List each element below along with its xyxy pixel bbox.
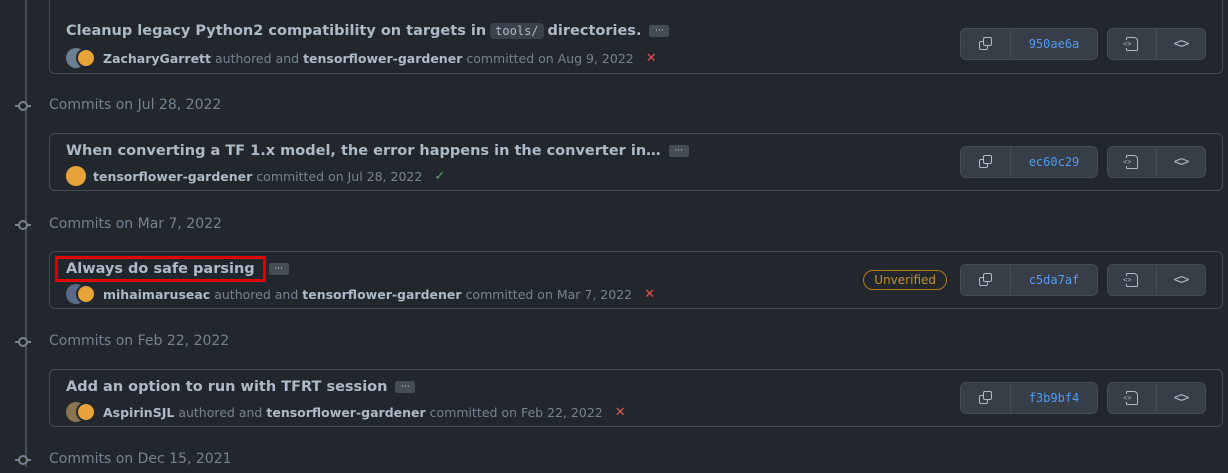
browse-button-group: <> xyxy=(1107,382,1206,414)
commit-item: When converting a TF 1.x model, the erro… xyxy=(49,133,1223,191)
expand-message-button[interactable]: ··· xyxy=(668,145,689,157)
copy-sha-button[interactable] xyxy=(961,29,1010,59)
copy-icon xyxy=(978,391,993,405)
committed-date: committed on Feb 22, 2022 xyxy=(429,404,603,420)
authored-text: authored and xyxy=(178,404,263,420)
authored-text: authored and xyxy=(215,50,300,66)
browse-button-group: <> xyxy=(1107,264,1206,296)
code-icon: <> xyxy=(1173,36,1190,52)
group-date-label: Commits on Mar 7, 2022 xyxy=(49,216,222,232)
committed-date: committed on Mar 7, 2022 xyxy=(465,286,633,302)
avatar[interactable] xyxy=(66,166,86,186)
sha-button-group: c5da7af xyxy=(960,264,1098,296)
committer-link[interactable]: tensorflower-gardener xyxy=(303,51,462,66)
commit-title-link[interactable]: When converting a TF 1.x model, the erro… xyxy=(66,143,661,159)
expand-message-button[interactable]: ··· xyxy=(268,263,289,275)
author-link[interactable]: ZacharyGarrett xyxy=(103,51,211,66)
copy-icon xyxy=(978,37,993,51)
committer-link[interactable]: tensorflower-gardener xyxy=(302,287,461,302)
commit-node-icon xyxy=(18,220,28,230)
file-code-icon xyxy=(1123,155,1138,169)
commit-title-link-suffix[interactable]: directories. xyxy=(548,23,642,39)
browse-button-group: <> xyxy=(1107,146,1206,178)
inline-code: tools/ xyxy=(490,23,544,39)
sha-button-group: ec60c29 xyxy=(960,146,1098,178)
sha-button-group: f3b9bf4 xyxy=(960,382,1098,414)
expand-message-button[interactable]: ··· xyxy=(395,381,416,393)
code-icon: <> xyxy=(1173,390,1190,406)
copy-sha-button[interactable] xyxy=(961,383,1010,413)
commit-item: Cleanup legacy Python2 compatibility on … xyxy=(49,0,1223,74)
commit-sha-link[interactable]: f3b9bf4 xyxy=(1010,383,1097,413)
commit-title-link[interactable]: Always do safe parsing xyxy=(55,256,266,282)
group-date-label: Commits on Jul 28, 2022 xyxy=(49,97,222,113)
x-icon[interactable]: ✕ xyxy=(644,287,655,302)
copy-icon xyxy=(978,273,993,287)
file-code-icon xyxy=(1123,37,1138,51)
committer-link[interactable]: tensorflower-gardener xyxy=(266,405,425,420)
expand-message-button[interactable]: ··· xyxy=(649,25,670,37)
sha-button-group: 950ae6a xyxy=(960,28,1098,60)
commit-sha-link[interactable]: ec60c29 xyxy=(1010,147,1097,177)
browse-button-group: <> xyxy=(1107,28,1206,60)
browse-repo-button[interactable]: <> xyxy=(1156,29,1205,59)
group-date-label: Commits on Dec 15, 2021 xyxy=(49,451,232,467)
x-icon[interactable]: ✕ xyxy=(646,51,657,66)
browse-repo-button[interactable]: <> xyxy=(1156,383,1205,413)
authored-text: authored and xyxy=(214,286,299,302)
commit-item: Always do safe parsing ··· mihaimaruseac… xyxy=(49,251,1223,309)
browse-files-button[interactable] xyxy=(1108,147,1156,177)
copy-sha-button[interactable] xyxy=(961,147,1010,177)
commit-node-icon xyxy=(18,455,28,465)
avatar[interactable] xyxy=(66,48,96,68)
commit-title-link[interactable]: Add an option to run with TFRT session xyxy=(66,379,387,395)
copy-icon xyxy=(978,155,993,169)
committed-date: committed on Aug 9, 2022 xyxy=(466,50,634,66)
browse-files-button[interactable] xyxy=(1108,383,1156,413)
copy-sha-button[interactable] xyxy=(961,265,1010,295)
code-icon: <> xyxy=(1173,154,1190,170)
author-link[interactable]: AspirinSJL xyxy=(103,405,174,420)
file-code-icon xyxy=(1123,391,1138,405)
commit-node-icon xyxy=(18,337,28,347)
x-icon[interactable]: ✕ xyxy=(615,405,626,420)
committed-date: committed on Jul 28, 2022 xyxy=(256,168,423,184)
browse-files-button[interactable] xyxy=(1108,265,1156,295)
committer-link[interactable]: tensorflower-gardener xyxy=(93,169,252,184)
commit-node-icon xyxy=(18,101,28,111)
browse-repo-button[interactable]: <> xyxy=(1156,147,1205,177)
author-link[interactable]: mihaimaruseac xyxy=(103,287,210,302)
avatar[interactable] xyxy=(66,284,96,304)
timeline-line xyxy=(25,0,27,467)
avatar[interactable] xyxy=(66,402,96,422)
commit-sha-link[interactable]: c5da7af xyxy=(1010,265,1097,295)
commit-item: Add an option to run with TFRT session ·… xyxy=(49,369,1223,427)
group-date-label: Commits on Feb 22, 2022 xyxy=(49,333,230,349)
browse-repo-button[interactable]: <> xyxy=(1156,265,1205,295)
unverified-badge[interactable]: Unverified xyxy=(863,270,947,290)
code-icon: <> xyxy=(1173,272,1190,288)
file-code-icon xyxy=(1123,273,1138,287)
commit-sha-link[interactable]: 950ae6a xyxy=(1010,29,1097,59)
commit-title-link[interactable]: Cleanup legacy Python2 compatibility on … xyxy=(66,23,486,39)
browse-files-button[interactable] xyxy=(1108,29,1156,59)
check-icon[interactable]: ✓ xyxy=(434,169,445,184)
